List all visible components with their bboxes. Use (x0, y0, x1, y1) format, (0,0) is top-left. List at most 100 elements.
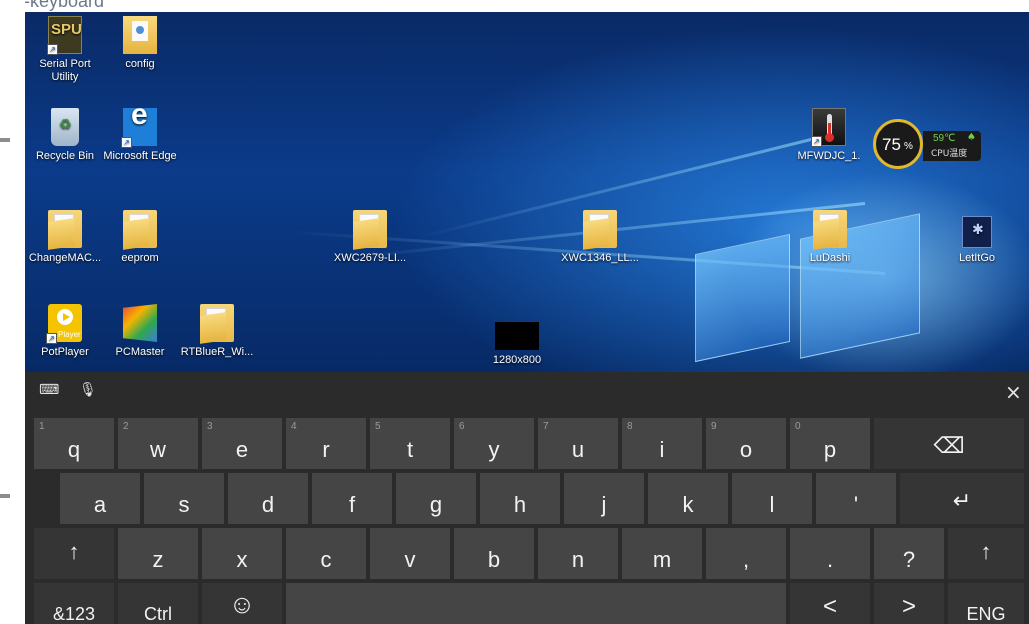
key-t[interactable]: 5t (370, 418, 450, 469)
key-q[interactable]: 1q (34, 418, 114, 469)
cpu-temp-label: CPU温度 (931, 149, 968, 159)
key-r[interactable]: 4r (286, 418, 366, 469)
key-label: ? (902, 546, 916, 572)
icon-label: RTBlueR_Wi... (180, 346, 254, 358)
symbols-key[interactable]: &123 (34, 583, 114, 624)
key-v[interactable]: v (370, 528, 450, 579)
desktop-icon-xwc2679[interactable]: XWC2679-LI... (330, 210, 410, 265)
key-label: b (487, 546, 501, 572)
enter-key[interactable]: ↵ (900, 473, 1024, 524)
emoji-key[interactable]: ☺ (202, 583, 282, 624)
key-label: k (682, 491, 694, 517)
key-label: t (406, 436, 414, 462)
key-period[interactable]: . (790, 528, 870, 579)
shift-right-key[interactable]: ↑ (948, 528, 1024, 579)
icon-label: MFWDJC_1. (797, 150, 861, 162)
margin-mark (0, 494, 10, 498)
desktop-icon-potplayer[interactable]: Player ↗ PotPlayer (25, 304, 105, 359)
microphone-icon[interactable]: 🎙 (79, 382, 97, 398)
key-l[interactable]: l (732, 473, 812, 524)
desktop-icon-changemac[interactable]: ChangeMAC... (25, 210, 105, 265)
key-n[interactable]: n (538, 528, 618, 579)
thermometer-app-icon: ↗ (811, 108, 846, 147)
touch-keyboard: ⌨ 🎙 × 1q 2w 3e 4r 5t 6y 7u 8i 9o 0p ⌫ a … (25, 372, 1029, 624)
key-a[interactable]: a (60, 473, 140, 524)
icon-label: ChangeMAC... (28, 252, 102, 264)
key-x[interactable]: x (202, 528, 282, 579)
shift-arrow-icon: ↑ (980, 538, 992, 564)
key-label: &123 (52, 604, 96, 624)
desktop-icon-resolution[interactable]: 1280x800 (477, 322, 557, 367)
edge-e-glyph: e (131, 98, 148, 131)
key-label: i (659, 436, 665, 462)
key-u[interactable]: 7u (538, 418, 618, 469)
shortcut-arrow-icon: ↗ (46, 333, 57, 344)
desktop-icon-eeprom[interactable]: eeprom (100, 210, 180, 265)
desktop-icon-recycle-bin[interactable]: ♻ Recycle Bin (25, 108, 105, 163)
desktop-icon-letitgo[interactable]: ✱ LetItGo (937, 210, 1017, 265)
key-d[interactable]: d (228, 473, 308, 524)
key-number-hint: 6 (459, 421, 465, 432)
key-p[interactable]: 0p (790, 418, 870, 469)
screenshot-root: On-keyboard SPU ↗ Serial Port Utility co… (0, 0, 1029, 624)
key-label: , (742, 546, 750, 572)
key-label: z (152, 546, 164, 572)
key-apostrophe[interactable]: ' (816, 473, 896, 524)
key-question[interactable]: ? (874, 528, 944, 579)
desktop-icon-edge[interactable]: e ↗ Microsoft Edge (100, 98, 180, 163)
key-o[interactable]: 9o (706, 418, 786, 469)
folder-icon (200, 304, 234, 342)
space-bar[interactable] (286, 583, 786, 624)
enter-icon: ↵ (952, 487, 972, 513)
desktop-icon-serial-port[interactable]: SPU ↗ Serial Port Utility (25, 16, 105, 84)
shift-left-key[interactable]: ↑ (34, 528, 114, 579)
key-e[interactable]: 3e (202, 418, 282, 469)
key-c[interactable]: c (286, 528, 366, 579)
arrow-left-key[interactable]: < (790, 583, 870, 624)
key-label: ' (853, 491, 859, 517)
key-s[interactable]: s (144, 473, 224, 524)
key-j[interactable]: j (564, 473, 644, 524)
language-key[interactable]: ENG (948, 583, 1024, 624)
key-g[interactable]: g (396, 473, 476, 524)
key-f[interactable]: f (312, 473, 392, 524)
arrow-right-key[interactable]: > (874, 583, 944, 624)
desktop-icon-rtbluer[interactable]: RTBlueR_Wi... (177, 304, 257, 359)
icon-label: Microsoft Edge (103, 150, 177, 162)
key-number-hint: 1 (39, 421, 45, 432)
recycle-bin-icon: ♻ (51, 108, 79, 146)
icon-label: XWC2679-LI... (333, 252, 407, 264)
folder-icon (813, 210, 847, 248)
key-h[interactable]: h (480, 473, 560, 524)
key-number-hint: 2 (123, 421, 129, 432)
icon-label: PCMaster (115, 346, 165, 358)
key-label: f (348, 491, 356, 517)
cpu-temp-widget[interactable]: 75 % 59℃ ♠ CPU温度 (873, 119, 981, 171)
icon-label: Serial Port Utility (39, 58, 91, 83)
close-keyboard-button[interactable]: × (1005, 380, 1022, 404)
key-label: c (320, 546, 332, 572)
shortcut-arrow-icon: ↗ (121, 137, 132, 148)
desktop-icon-pcmaster[interactable]: PCMaster (100, 304, 180, 359)
icon-label: Recycle Bin (35, 150, 95, 162)
key-w[interactable]: 2w (118, 418, 198, 469)
desktop-icon-config[interactable]: config (100, 16, 180, 71)
folder-icon (583, 210, 617, 248)
key-i[interactable]: 8i (622, 418, 702, 469)
recycle-symbol-icon: ♻ (59, 116, 72, 132)
keyboard-settings-icon[interactable]: ⌨ (39, 382, 59, 398)
key-number-hint: 7 (543, 421, 549, 432)
key-label: . (826, 546, 834, 572)
key-comma[interactable]: , (706, 528, 786, 579)
key-b[interactable]: b (454, 528, 534, 579)
key-k[interactable]: k (648, 473, 728, 524)
key-y[interactable]: 6y (454, 418, 534, 469)
backspace-key[interactable]: ⌫ (874, 418, 1024, 469)
key-z[interactable]: z (118, 528, 198, 579)
potplayer-icon: Player ↗ (46, 304, 82, 344)
desktop-icon-ludashi[interactable]: LuDashi (790, 210, 870, 265)
ctrl-key[interactable]: Ctrl (118, 583, 198, 624)
desktop-icon-mfwdjc[interactable]: ↗ MFWDJC_1. (789, 108, 869, 163)
desktop-icon-xwc1346[interactable]: XWC1346_LL... (560, 210, 640, 265)
key-m[interactable]: m (622, 528, 702, 579)
